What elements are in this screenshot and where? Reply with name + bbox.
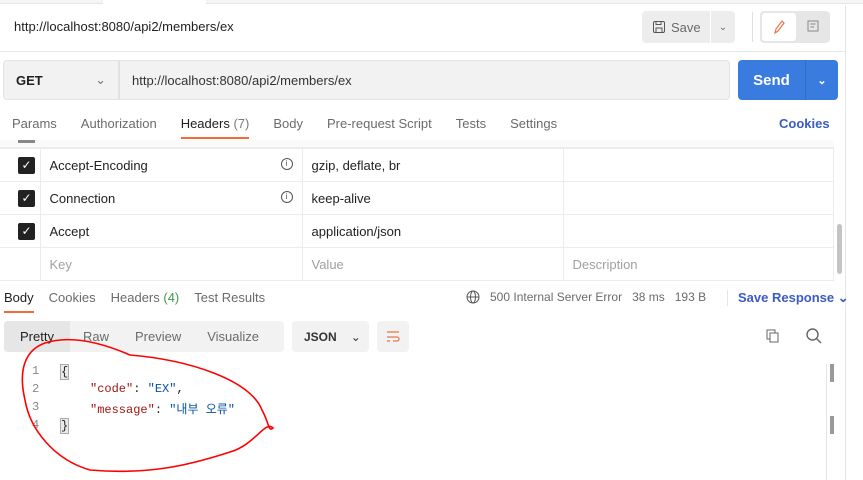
value-input[interactable]: Value xyxy=(301,247,564,281)
table-row: ✓ Connection i keep-alive xyxy=(0,181,834,215)
header-description[interactable] xyxy=(562,214,834,248)
header-key[interactable]: Accept xyxy=(39,214,303,248)
window-tab-strip xyxy=(0,0,863,4)
header-description[interactable] xyxy=(562,181,834,215)
copy-icon[interactable] xyxy=(765,328,781,347)
response-size[interactable]: 193 B xyxy=(675,290,706,304)
language-select[interactable]: JSON ⌄ xyxy=(292,321,369,352)
tab-authorization[interactable]: Authorization xyxy=(81,116,157,131)
header-value[interactable]: keep-alive xyxy=(301,181,564,215)
scrollbar[interactable] xyxy=(826,364,834,480)
code-brace: } xyxy=(60,418,70,434)
tab-test-results[interactable]: Test Results xyxy=(194,290,265,305)
line-number: 3 xyxy=(32,400,40,414)
checkbox[interactable]: ✓ xyxy=(18,156,35,174)
description-input[interactable]: Description xyxy=(562,247,834,281)
table-row: ✓ Accept-Encoding i gzip, deflate, br xyxy=(0,148,834,182)
chevron-down-icon: ⌄ xyxy=(95,72,106,87)
header-value[interactable]: gzip, deflate, br xyxy=(301,148,564,182)
info-icon[interactable]: i xyxy=(280,157,293,170)
json-comma: , xyxy=(176,382,184,396)
header-row-partial xyxy=(0,140,834,148)
checkbox[interactable]: ✓ xyxy=(18,222,35,240)
request-tabs: Params Authorization Headers (7) Body Pr… xyxy=(12,116,581,139)
tab-headers-label: Headers xyxy=(180,116,230,131)
response-status-bar: 500 Internal Server Error 38 ms 193 B xyxy=(466,290,706,304)
checkbox[interactable]: ✓ xyxy=(18,189,35,207)
tab-label: Headers xyxy=(110,290,160,305)
url-input[interactable]: http://localhost:8080/api2/members/ex xyxy=(119,60,730,100)
tab-headers[interactable]: Headers (7) xyxy=(180,116,250,139)
header-key[interactable]: Connection i xyxy=(39,181,303,215)
key-input[interactable]: Key xyxy=(39,247,303,281)
pane-border xyxy=(845,5,846,480)
tab-response-cookies[interactable]: Cookies xyxy=(49,290,96,305)
save-icon xyxy=(653,21,665,33)
save-response-button[interactable]: Save Response ⌄ xyxy=(727,290,849,306)
chevron-down-icon: ⌄ xyxy=(350,329,361,344)
divider xyxy=(0,51,845,52)
table-row: ✓ Accept application/json xyxy=(0,214,834,248)
tab-count: (4) xyxy=(163,290,180,305)
tab-settings[interactable]: Settings xyxy=(510,116,557,131)
json-sep: : xyxy=(154,403,170,417)
response-time[interactable]: 38 ms xyxy=(632,290,665,304)
header-key[interactable]: Accept-Encoding i xyxy=(39,148,303,182)
tab-tests[interactable]: Tests xyxy=(456,116,486,131)
header-description[interactable] xyxy=(562,148,834,182)
search-icon[interactable] xyxy=(805,327,823,348)
status-code[interactable]: 500 Internal Server Error xyxy=(490,290,622,304)
method-label: GET xyxy=(16,72,43,88)
headers-table: ✓ Accept-Encoding i gzip, deflate, br ✓ Conn… xyxy=(0,148,834,281)
method-select[interactable]: GET ⌄ xyxy=(3,60,119,100)
tab-pre-request-script[interactable]: Pre-request Script xyxy=(327,116,432,131)
send-button[interactable]: Send ⌄ xyxy=(738,60,838,100)
save-response-label: Save Response xyxy=(738,290,835,305)
header-value[interactable]: application/json xyxy=(301,214,564,248)
code-brace: { xyxy=(60,364,70,380)
cookies-link[interactable]: Cookies xyxy=(779,116,830,131)
scrollbar[interactable] xyxy=(836,144,843,280)
json-value: "EX" xyxy=(147,382,177,396)
save-dropdown-chevron-icon[interactable]: ⌄ xyxy=(711,11,735,43)
request-title: http://localhost:8080/api2/members/ex xyxy=(14,19,234,34)
table-row-new: Key Value Description xyxy=(0,247,834,281)
json-key: "code" xyxy=(90,382,134,396)
chevron-down-icon: ⌄ xyxy=(837,290,849,305)
send-label: Send xyxy=(753,71,790,89)
format-pretty[interactable]: Pretty xyxy=(4,321,70,352)
edit-pencil-icon[interactable] xyxy=(762,13,796,41)
tab-body[interactable]: Body xyxy=(273,116,303,131)
format-preview[interactable]: Preview xyxy=(122,329,194,344)
tab-params[interactable]: Params xyxy=(12,116,57,131)
tab-response-body[interactable]: Body xyxy=(4,290,34,313)
mode-toggle xyxy=(760,11,830,43)
globe-icon[interactable] xyxy=(466,290,480,304)
send-dropdown-chevron-icon[interactable]: ⌄ xyxy=(805,60,838,100)
format-visualize[interactable]: Visualize xyxy=(194,329,272,344)
wrap-lines-icon[interactable] xyxy=(377,321,409,352)
json-value: "내부 오류" xyxy=(169,403,235,417)
line-number: 2 xyxy=(32,382,40,396)
info-icon[interactable]: i xyxy=(280,190,293,203)
save-label: Save xyxy=(671,19,701,35)
response-tabs: Body Cookies Headers (4) Test Results xyxy=(4,290,280,313)
json-sep: : xyxy=(133,382,148,396)
format-raw[interactable]: Raw xyxy=(70,329,122,344)
tab-response-headers[interactable]: Headers (4) xyxy=(111,290,180,305)
language-label: JSON xyxy=(304,329,337,344)
json-key: "message" xyxy=(90,403,155,417)
save-button[interactable]: Save xyxy=(642,11,710,43)
tab-headers-count: (7) xyxy=(233,116,250,131)
line-number: 1 xyxy=(32,364,40,378)
comment-icon[interactable] xyxy=(798,13,828,41)
line-number: 4 xyxy=(32,418,40,432)
divider xyxy=(752,12,753,42)
body-format-tabs: Pretty Raw Preview Visualize xyxy=(4,321,284,352)
